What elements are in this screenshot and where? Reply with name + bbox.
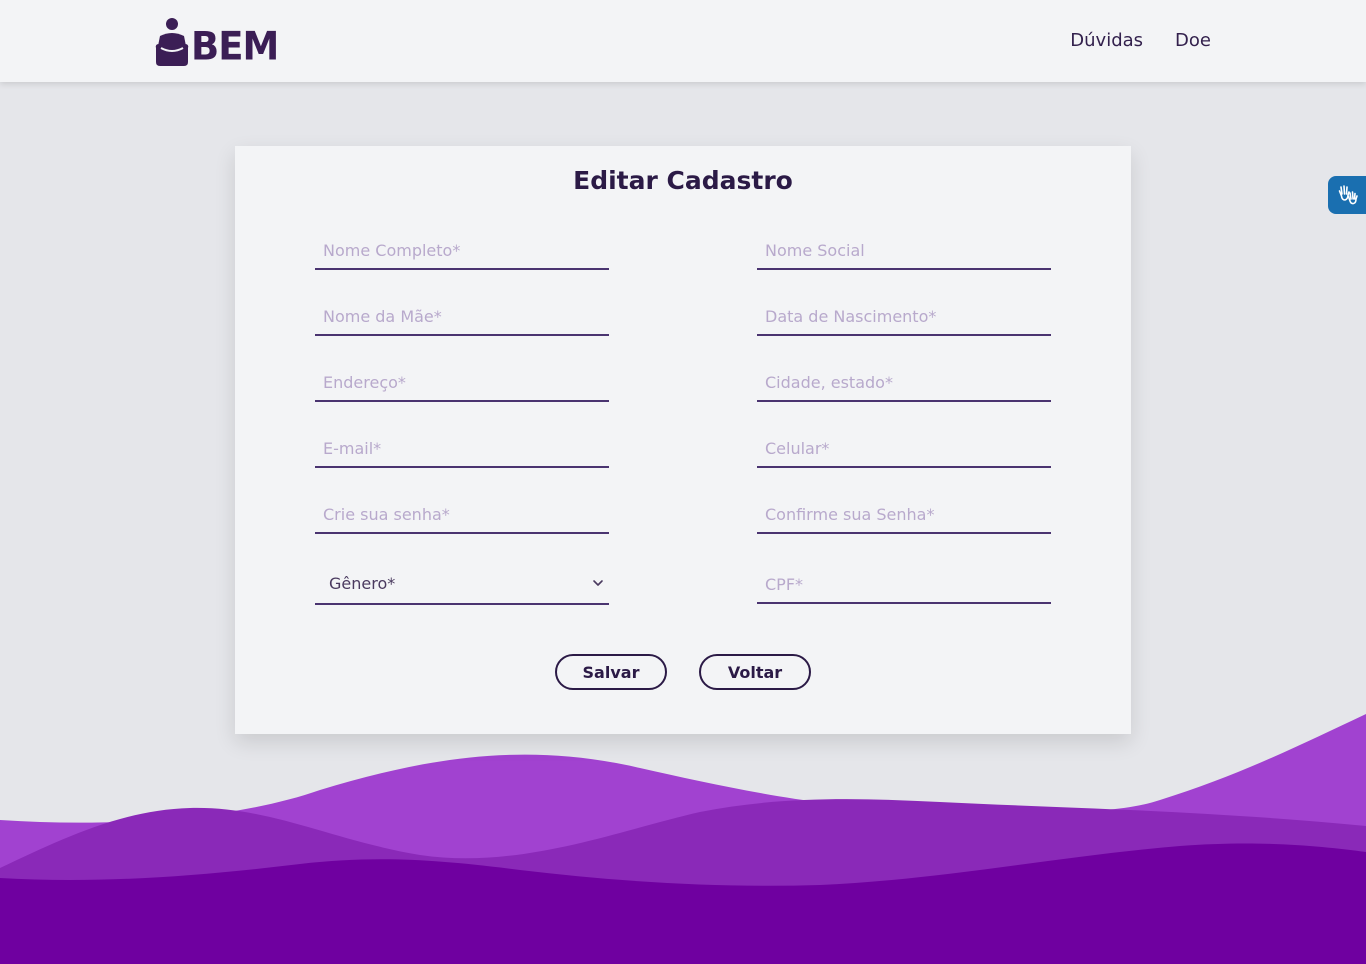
page-title: Editar Cadastro [573, 166, 793, 195]
cpf-field[interactable] [757, 566, 1051, 604]
nav-link-doe[interactable]: Doe [1175, 30, 1211, 51]
background-waves [0, 714, 1366, 964]
birth-date-field[interactable] [757, 298, 1051, 336]
logo-text: BEM [191, 23, 279, 70]
nav-links: Dúvidas Doe [1070, 30, 1211, 51]
top-navbar: BEM Dúvidas Doe [0, 0, 1366, 82]
address-field[interactable] [315, 364, 609, 402]
social-name-field[interactable] [757, 232, 1051, 270]
gender-select[interactable]: Gênero* [315, 564, 609, 605]
edit-registration-card: Editar Cadastro Gênero* Salvar Voltar [235, 146, 1131, 734]
confirm-password-field[interactable] [757, 496, 1051, 534]
save-button[interactable]: Salvar [555, 654, 667, 690]
email-field[interactable] [315, 430, 609, 468]
back-button[interactable]: Voltar [699, 654, 811, 690]
nav-link-duvidas[interactable]: Dúvidas [1070, 30, 1143, 51]
city-state-field[interactable] [757, 364, 1051, 402]
sign-language-hands-icon [1338, 185, 1358, 205]
gender-select-value: Gênero* [329, 574, 396, 593]
full-name-field[interactable] [315, 232, 609, 270]
mother-name-field[interactable] [315, 298, 609, 336]
bem-logo[interactable]: BEM [155, 16, 285, 66]
password-field[interactable] [315, 496, 609, 534]
phone-field[interactable] [757, 430, 1051, 468]
person-hands-logo-icon [155, 18, 189, 66]
accessibility-widget-button[interactable] [1328, 176, 1366, 214]
chevron-down-icon [593, 580, 603, 586]
